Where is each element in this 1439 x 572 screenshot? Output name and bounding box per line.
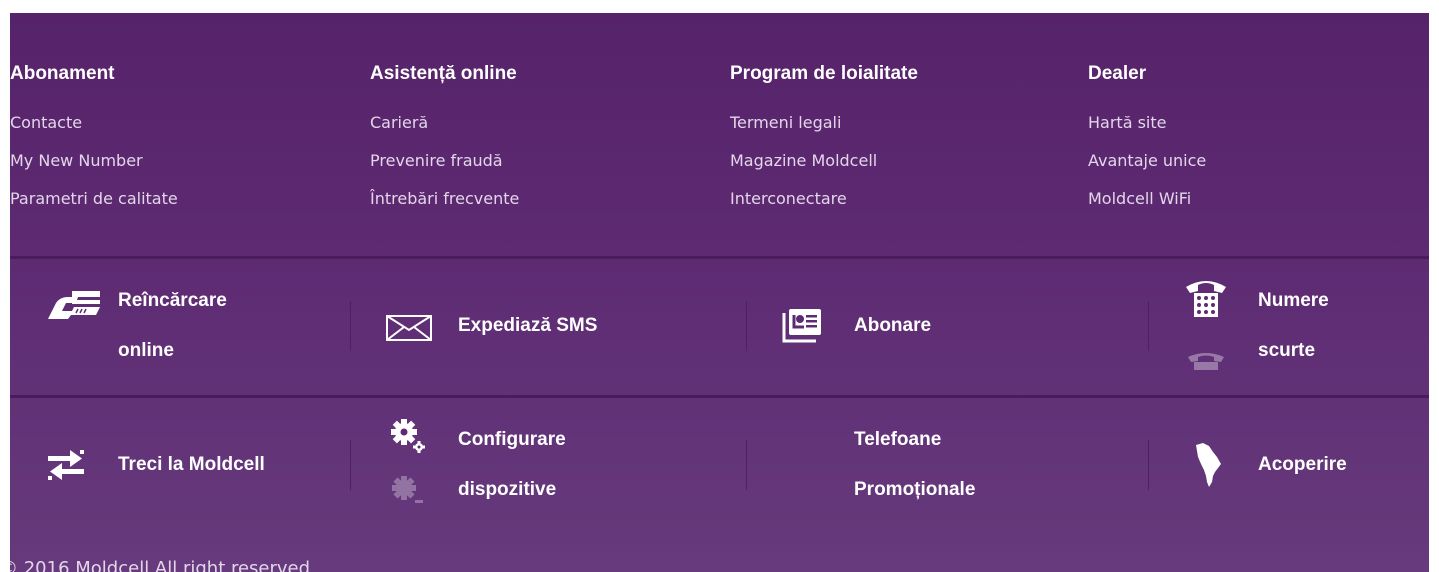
footer-link[interactable]: My New Number <box>10 151 178 170</box>
action-label: Numere <box>1258 290 1329 311</box>
column-title[interactable]: Program de loialitate <box>730 61 918 87</box>
quick-actions-row-2: Treci la Moldcell Configurare dispozitiv… <box>10 398 1429 534</box>
action-abonare[interactable]: Abonare <box>770 259 1130 395</box>
transfer-arrows-icon <box>46 448 86 486</box>
footer-link[interactable]: Moldcell WiFi <box>1088 189 1206 208</box>
vertical-separator <box>1148 440 1149 490</box>
footer-link[interactable]: Parametri de calitate <box>10 189 178 208</box>
link-column-dealer: Dealer Hartă site Avantaje unice Moldcel… <box>1088 61 1206 227</box>
action-label: dispozitive <box>458 479 557 500</box>
footer-link[interactable]: Contacte <box>10 113 178 132</box>
action-label: Expediază SMS <box>458 315 598 336</box>
footer-link[interactable]: Interconectare <box>730 189 918 208</box>
action-label: Acoperire <box>1258 454 1347 475</box>
action-label: Treci la Moldcell <box>118 454 265 475</box>
action-label: Configurare <box>458 429 566 450</box>
footer-link[interactable]: Magazine Moldcell <box>730 151 918 170</box>
footer-link[interactable]: Întrebări frecvente <box>370 189 519 208</box>
column-title[interactable]: Asistență online <box>370 61 519 87</box>
action-acoperire[interactable]: Acoperire <box>1170 398 1429 534</box>
action-reincarcare-online[interactable]: Reîncărcare online <box>40 259 350 395</box>
action-treci-la-moldcell[interactable]: Treci la Moldcell <box>40 398 350 534</box>
moldova-map-icon <box>1194 442 1222 492</box>
action-label: Reîncărcare <box>118 290 227 311</box>
footer-link[interactable]: Avantaje unice <box>1088 151 1206 170</box>
footer-link[interactable]: Prevenire fraudă <box>370 151 519 170</box>
quick-actions-row-1: Reîncărcare online Expediază SMS Abonare… <box>10 259 1429 395</box>
envelope-icon <box>386 315 432 345</box>
action-label: Promoționale <box>854 479 976 500</box>
phone-keypad-icon <box>1184 275 1228 375</box>
vertical-separator <box>1148 301 1149 351</box>
column-title[interactable]: Dealer <box>1088 61 1206 87</box>
card-hand-icon <box>44 289 102 325</box>
action-label: Telefoane <box>854 429 942 450</box>
action-expediaza-sms[interactable]: Expediază SMS <box>380 259 740 395</box>
vertical-separator <box>350 440 351 490</box>
copyright-text: © 2016 Moldcell All right reserved <box>10 558 311 572</box>
action-label: scurte <box>1258 340 1316 361</box>
action-numere-scurte[interactable]: Numere scurte <box>1170 259 1429 395</box>
footer-link[interactable]: Carieră <box>370 113 519 132</box>
gears-icon <box>390 416 430 516</box>
action-telefoane-promotionale[interactable]: Telefoane Promoționale <box>770 398 1130 534</box>
vertical-separator <box>746 301 747 351</box>
footer-link-columns: Abonament Contacte My New Number Paramet… <box>10 13 1429 256</box>
vertical-separator <box>350 301 351 351</box>
action-label: Abonare <box>854 315 932 336</box>
vertical-separator <box>746 440 747 490</box>
link-column-loialitate: Program de loialitate Termeni legali Mag… <box>730 61 918 227</box>
link-column-asistenta: Asistență online Carieră Prevenire fraud… <box>370 61 519 227</box>
action-label: online <box>118 340 174 361</box>
footer-link[interactable]: Termeni legali <box>730 113 918 132</box>
action-configurare-dispozitive[interactable]: Configurare dispozitive <box>380 398 740 534</box>
footer-link[interactable]: Hartă site <box>1088 113 1206 132</box>
link-column-abonament: Abonament Contacte My New Number Paramet… <box>10 61 178 227</box>
site-footer: Abonament Contacte My New Number Paramet… <box>10 13 1429 572</box>
contract-card-icon <box>780 307 824 349</box>
column-title[interactable]: Abonament <box>10 61 178 87</box>
